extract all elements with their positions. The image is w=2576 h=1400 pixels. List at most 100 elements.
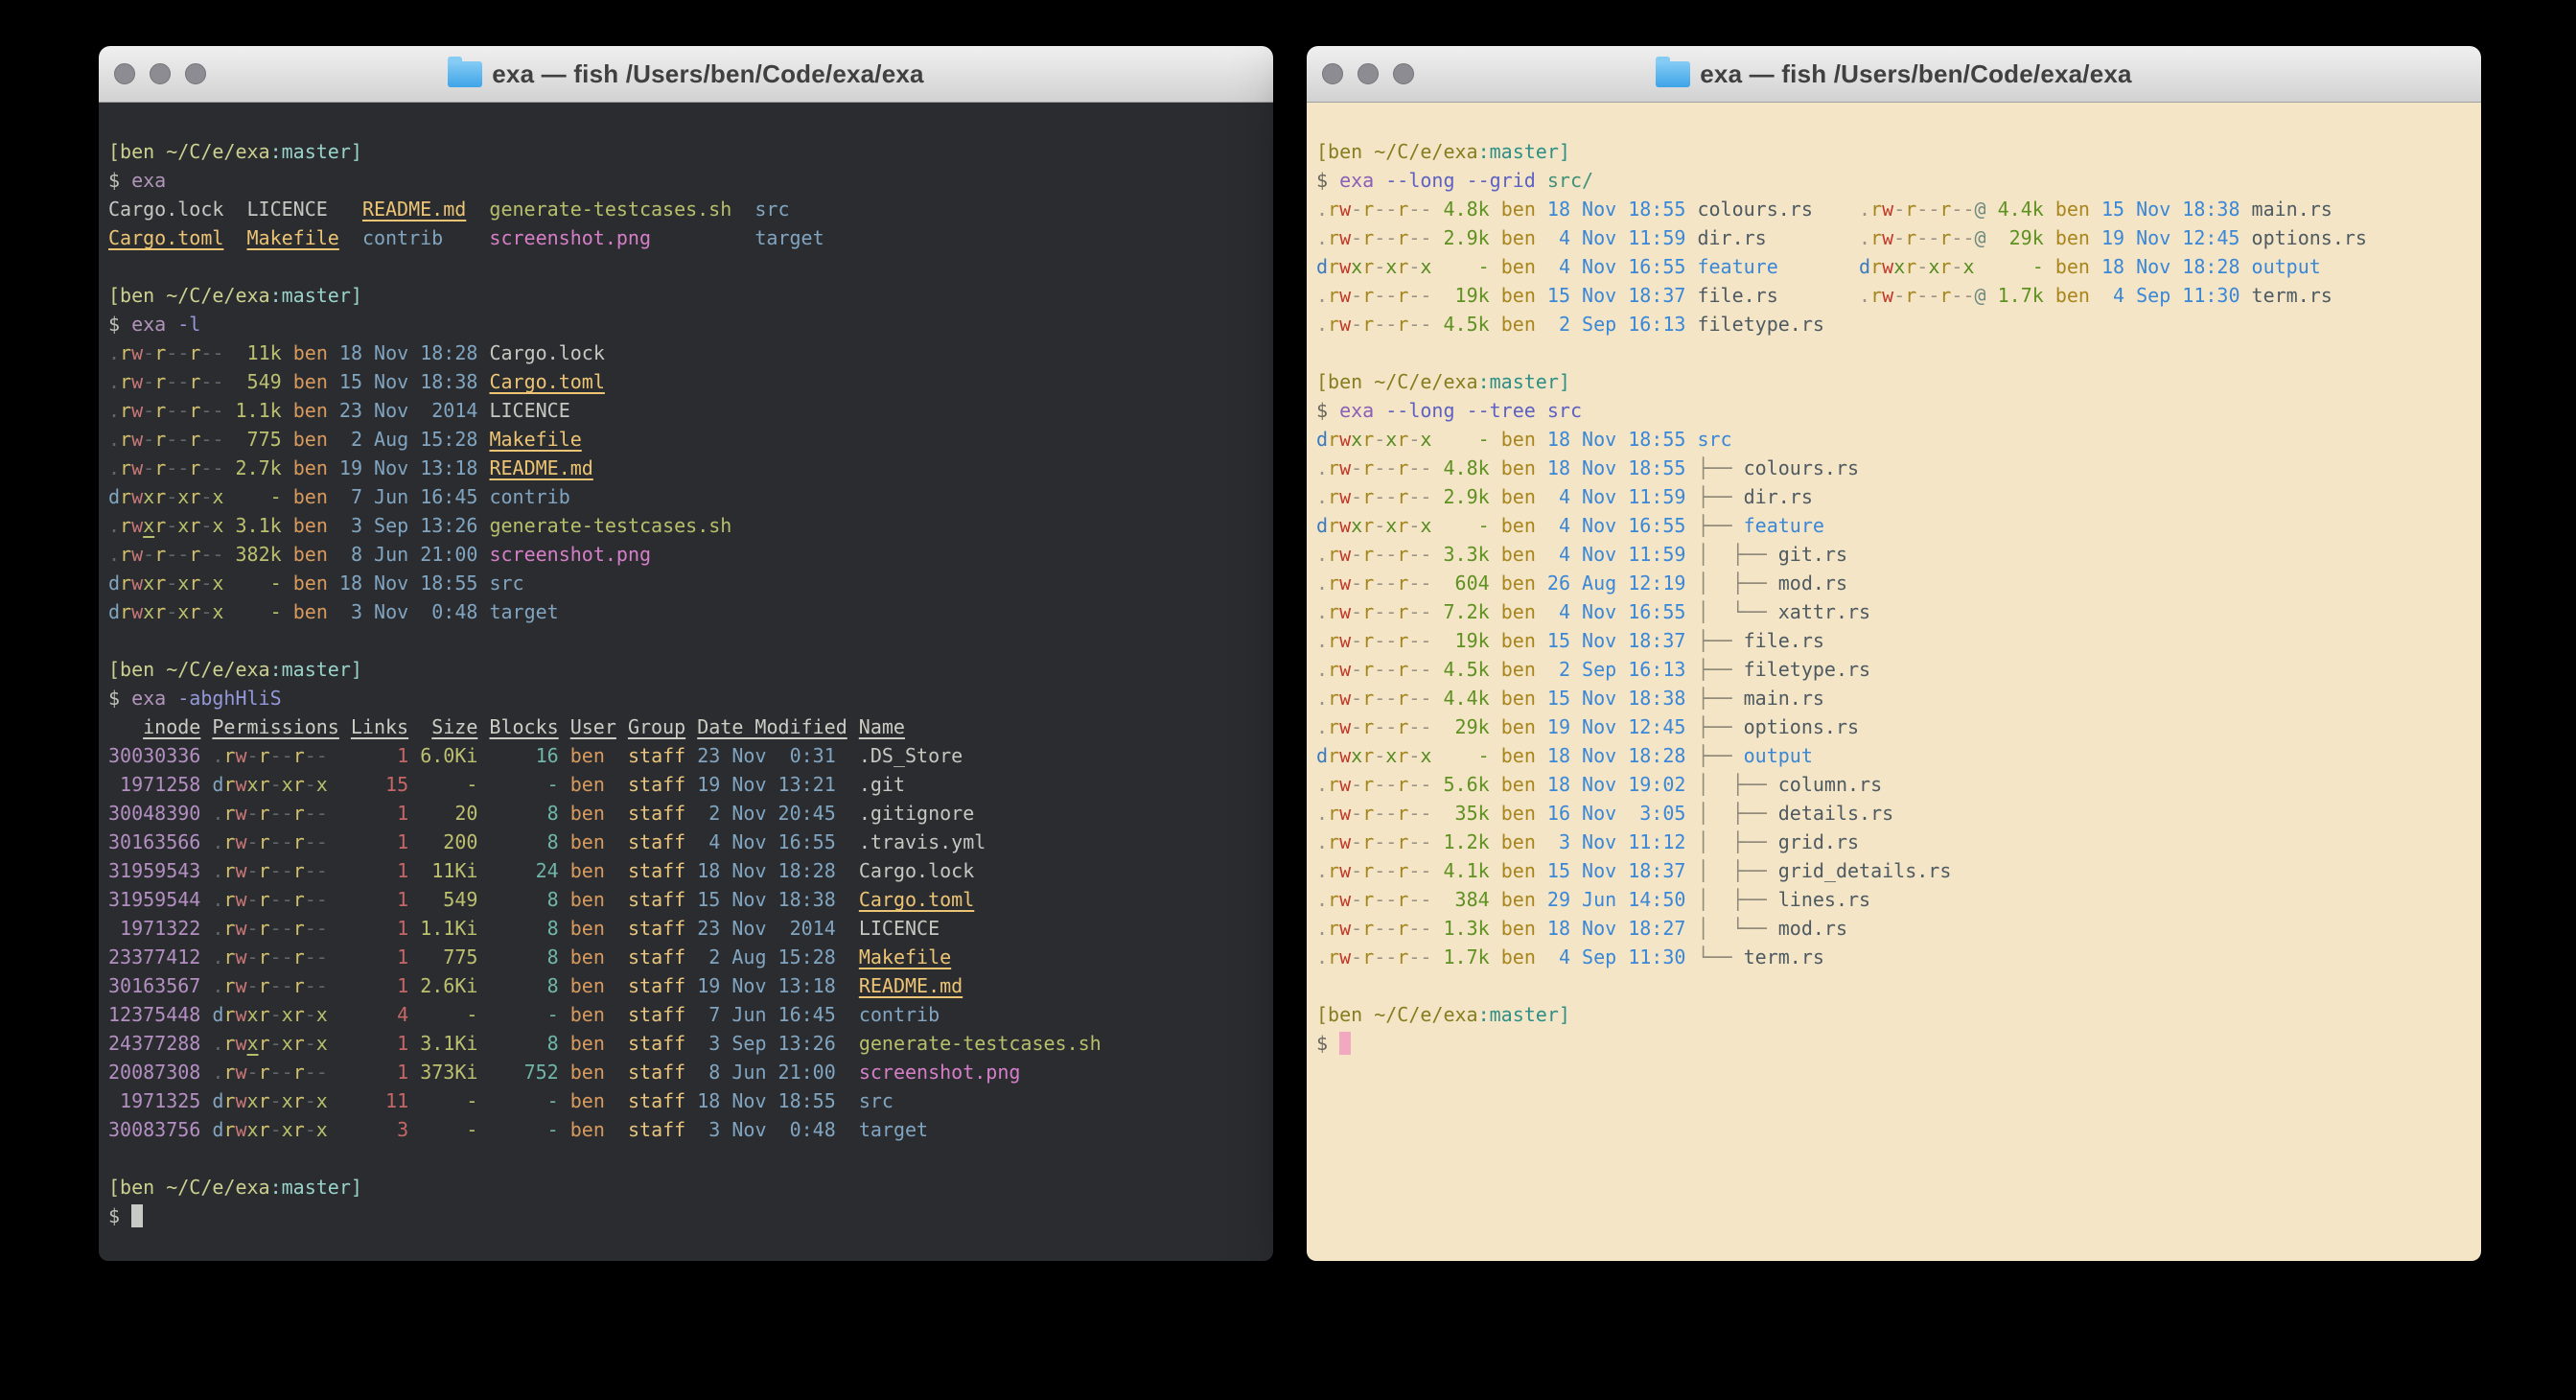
text-segment-dot: . xyxy=(1316,313,1328,336)
terminal-line: .rw-r--r-- 5.6k ben 18 Nov 19:02 │ ├── c… xyxy=(1316,770,2472,799)
text-segment-dot: . xyxy=(1316,456,1328,479)
text-segment-pr: r xyxy=(1397,802,1408,825)
text-segment-inode: 23377412 xyxy=(108,945,200,968)
text-segment-dot: - xyxy=(1893,226,1905,249)
text-segment-pr: r xyxy=(120,572,131,595)
text-segment-pd: d xyxy=(212,773,223,796)
text-segment-pr: r xyxy=(223,802,235,825)
text-segment-pr: r xyxy=(1397,255,1408,278)
text-segment-dot: -- xyxy=(270,802,293,825)
titlebar[interactable]: exa — fish /Users/ben/Code/exa/exa xyxy=(1307,46,2481,103)
text-segment-dot: . xyxy=(1316,802,1328,825)
text-segment-dot: -- xyxy=(1374,802,1397,825)
close-button[interactable] xyxy=(1322,63,1343,84)
text-segment-file: options.rs xyxy=(2252,226,2367,249)
text-segment-pr: r xyxy=(259,1032,270,1055)
text-segment-pr: r xyxy=(293,1118,305,1141)
text-segment-pr: r xyxy=(1397,198,1408,221)
text-segment-pr: r xyxy=(120,399,131,422)
text-segment-group: staff xyxy=(628,1061,685,1084)
terminal-line: .rw-r--r-- 4.8k ben 18 Nov 18:55 ├── col… xyxy=(1316,454,2472,482)
text-segment-dir: target xyxy=(859,1118,928,1141)
text-segment-tree: ├── xyxy=(1697,715,1743,738)
text-segment-user: ben xyxy=(2055,255,2090,278)
text-segment-dir: contrib xyxy=(859,1003,940,1026)
text-segment-user: ben xyxy=(293,514,328,537)
text-segment-pd: d xyxy=(212,1089,223,1112)
zoom-button[interactable] xyxy=(185,63,206,84)
terminal-line: [ben ~/C/e/exa:master] xyxy=(108,1173,1264,1202)
text-segment-file: term.rs xyxy=(1744,945,1824,968)
text-segment-pr: r xyxy=(223,1089,235,1112)
text-segment-user: ben xyxy=(1501,514,1536,537)
text-segment-dot: . xyxy=(212,830,223,853)
text-segment-attr: @ xyxy=(1975,226,1986,249)
minimize-button[interactable] xyxy=(1358,63,1379,84)
text-segment-inode: 31959544 xyxy=(108,888,200,911)
text-segment-tree: ├── xyxy=(1697,744,1743,767)
text-segment-dir: src xyxy=(859,1089,893,1112)
text-segment-pr: r xyxy=(223,859,235,882)
text-segment-pw: w xyxy=(1339,715,1351,738)
text-segment-build: Cargo.toml xyxy=(108,226,223,249)
text-segment-dot: -- xyxy=(1408,687,1431,710)
terminal-line: 31959543 .rw-r--r-- 1 11Ki 24 ben staff … xyxy=(108,856,1264,885)
text-segment-tree: ├── xyxy=(1697,485,1743,508)
terminal-line xyxy=(108,626,1264,655)
terminal-content[interactable]: [ben ~/C/e/exa:master]$ exa --long --gri… xyxy=(1307,103,2481,1261)
text-segment-size: 549 xyxy=(420,888,477,911)
text-segment-dot: - xyxy=(270,1089,282,1112)
terminal-content[interactable]: [ben ~/C/e/exa:master]$ exaCargo.lock LI… xyxy=(99,103,1273,1261)
text-segment-pw: w xyxy=(1339,600,1351,623)
text-segment-date: 8 Jun 21:00 xyxy=(339,543,478,566)
text-segment-date: 19 Nov 12:45 xyxy=(2101,226,2240,249)
text-segment-dot: -- xyxy=(1408,284,1431,307)
text-segment-user: ben xyxy=(1501,543,1536,566)
text-segment-pd: d xyxy=(1316,514,1328,537)
text-segment-dot: . xyxy=(1316,687,1328,710)
text-segment-dot: -- xyxy=(270,859,293,882)
text-segment-links: 11 xyxy=(351,1089,408,1112)
text-segment-script: generate-testcases.sh xyxy=(859,1032,1102,1055)
text-segment-attr: @ xyxy=(1975,284,1986,307)
text-segment-date: 2 Sep 16:13 xyxy=(1547,313,1686,336)
text-segment-dot: - xyxy=(1351,572,1362,595)
text-segment-pr: r xyxy=(1397,572,1408,595)
text-segment-size: 2.6Ki xyxy=(420,974,477,997)
close-button[interactable] xyxy=(114,63,135,84)
terminal-output: [ben ~/C/e/exa:master]$ exaCargo.lock LI… xyxy=(108,137,1264,1230)
text-segment-dot: -- xyxy=(1951,226,1974,249)
minimize-button[interactable] xyxy=(150,63,171,84)
titlebar[interactable]: exa — fish /Users/ben/Code/exa/exa xyxy=(99,46,1273,103)
text-segment-size: - xyxy=(420,1003,477,1026)
text-segment-pr: r xyxy=(1362,543,1374,566)
text-segment-user: ben xyxy=(1501,830,1536,853)
text-segment-date: 23 Nov 2014 xyxy=(697,917,836,940)
zoom-button[interactable] xyxy=(1393,63,1414,84)
text-segment-dot: - xyxy=(247,859,259,882)
text-segment-pr: r xyxy=(1328,284,1339,307)
text-segment-user: ben xyxy=(570,830,605,853)
text-segment-px: x xyxy=(1351,428,1362,451)
text-segment-pr: r xyxy=(120,428,131,451)
terminal-line: .rw-r--r-- 29k ben 19 Nov 12:45 ├── opti… xyxy=(1316,712,2472,741)
text-segment-dot: - xyxy=(1374,428,1385,451)
text-segment-dot: -- xyxy=(270,917,293,940)
terminal-line: .rw-r--r-- 19k ben 15 Nov 18:37 ├── file… xyxy=(1316,626,2472,655)
text-segment-group: staff xyxy=(628,1089,685,1112)
text-segment-dot: - xyxy=(247,888,259,911)
text-segment-pr: r xyxy=(1905,255,1916,278)
text-segment-tree: ├── xyxy=(1697,514,1743,537)
text-segment-date: 18 Nov 19:02 xyxy=(1547,773,1686,796)
text-segment-group: staff xyxy=(628,917,685,940)
text-segment-dot: - xyxy=(1351,945,1362,968)
text-segment-date: 4 Nov 16:55 xyxy=(697,830,836,853)
text-segment-file: colours.rs xyxy=(1697,198,1812,221)
text-segment-px: x xyxy=(143,600,154,623)
text-segment-dot: . xyxy=(1316,917,1328,940)
text-segment-user: ben xyxy=(293,428,328,451)
text-segment-pr: r xyxy=(1939,284,1951,307)
text-segment-dot: - xyxy=(1351,859,1362,882)
terminal-line: 30163566 .rw-r--r-- 1 200 8 ben staff 4 … xyxy=(108,828,1264,856)
text-segment-dot: -- xyxy=(200,341,223,364)
